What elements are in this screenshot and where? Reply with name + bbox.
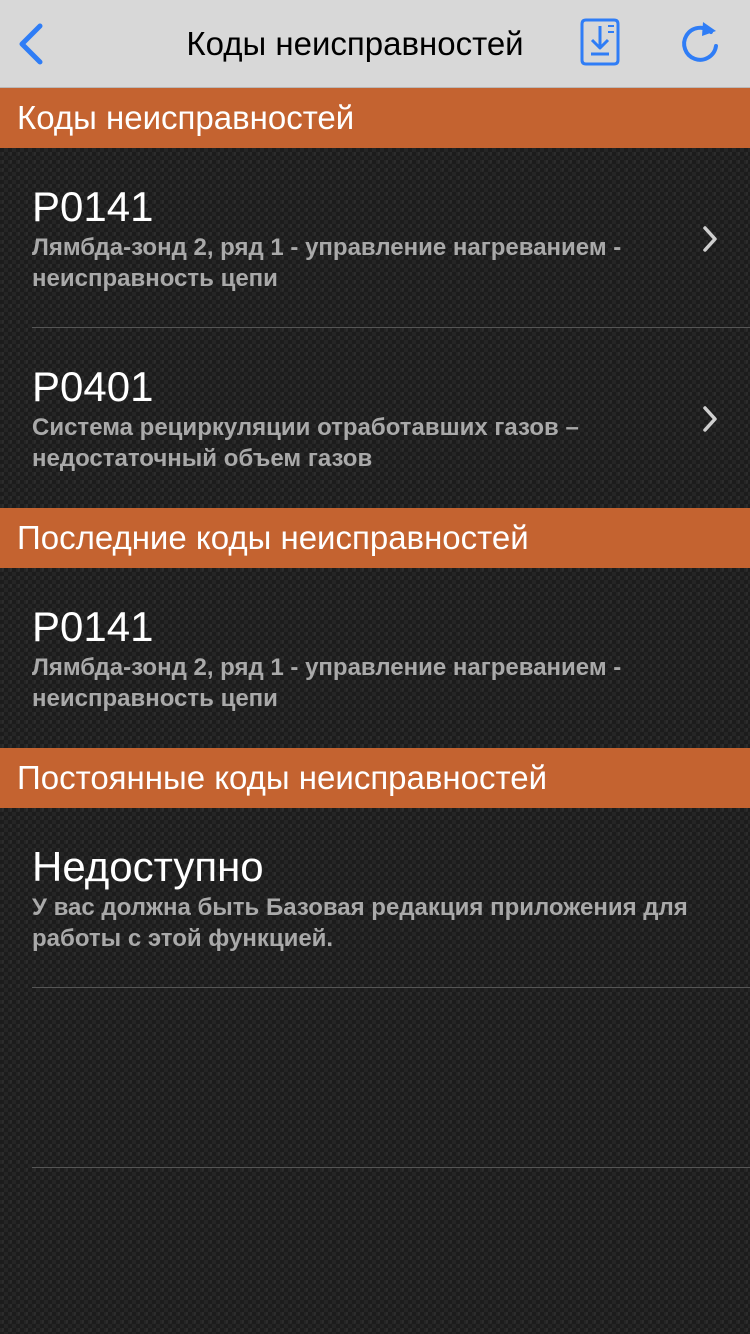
fault-code: P0141 — [32, 603, 154, 650]
unavailable-title: Недоступно — [32, 843, 264, 890]
fault-code: P0141 — [32, 183, 154, 230]
fault-description: Лямбда-зонд 2, ряд 1 - управление нагрев… — [32, 654, 622, 712]
fault-description: Система рециркуляции отработавших газов … — [32, 414, 579, 472]
list-item: P0141 Лямбда-зонд 2, ряд 1 - управление … — [0, 568, 750, 748]
chevron-right-icon — [703, 226, 717, 252]
navigation-bar: Коды неисправностей — [0, 0, 750, 88]
refresh-icon — [682, 22, 718, 62]
save-button[interactable] — [578, 16, 622, 68]
list-item[interactable]: P0141 Лямбда-зонд 2, ряд 1 - управление … — [0, 148, 750, 328]
list-item[interactable]: P0401 Система рециркуляции отработавших … — [0, 328, 750, 508]
fault-description: Лямбда-зонд 2, ряд 1 - управление нагрев… — [32, 234, 622, 292]
list-item: Недоступно У вас должна быть Базовая ред… — [0, 808, 750, 988]
save-download-icon — [580, 18, 620, 66]
row-divider — [32, 987, 750, 988]
section-header-permanent-codes: Постоянные коды неисправностей — [0, 748, 750, 808]
refresh-button[interactable] — [676, 18, 724, 68]
page-title: Коды неисправностей — [186, 25, 524, 62]
section-header-fault-codes: Коды неисправностей — [0, 88, 750, 148]
row-divider — [32, 1167, 750, 1168]
chevron-left-icon — [19, 23, 43, 65]
unavailable-description: У вас должна быть Базовая редакция прило… — [32, 894, 688, 952]
chevron-right-icon — [703, 406, 717, 432]
fault-code: P0401 — [32, 363, 154, 410]
back-button[interactable] — [12, 22, 52, 66]
section-header-recent-codes: Последние коды неисправностей — [0, 508, 750, 568]
